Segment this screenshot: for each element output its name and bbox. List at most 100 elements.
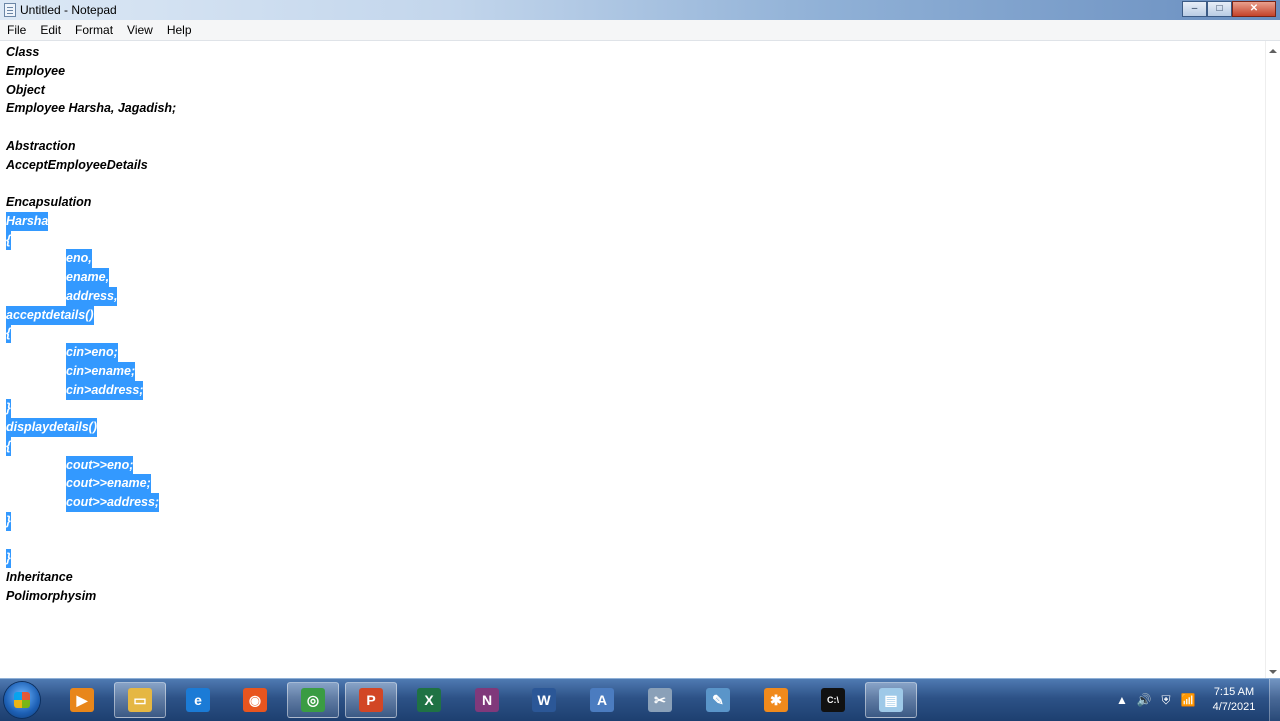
window-title: Untitled - Notepad bbox=[20, 3, 117, 17]
scroll-down-icon[interactable] bbox=[1269, 670, 1277, 674]
power-icon[interactable]: ⛨ bbox=[1157, 691, 1175, 709]
text-line: Polimorphysim bbox=[6, 587, 96, 606]
menu-help[interactable]: Help bbox=[160, 20, 199, 40]
taskbar-excel[interactable]: X bbox=[403, 682, 455, 718]
maximize-button[interactable]: □ bbox=[1207, 1, 1232, 17]
network-icon[interactable]: 📶 bbox=[1179, 691, 1197, 709]
taskbar: ▲ 🔊 ⛨ 📶 7:15 AM 4/7/2021 ▶ ▭ e ◉ ◎ P X N W A ✂ ✎ ✱ C:… bbox=[0, 678, 1280, 721]
notepad-icon: ▤ bbox=[879, 688, 903, 712]
text-line: eno, bbox=[6, 249, 92, 269]
line-text: Inheritance bbox=[6, 570, 73, 584]
text-line: { bbox=[6, 436, 11, 456]
line-text: eno, bbox=[66, 249, 92, 269]
taskbar-onenote[interactable]: N bbox=[461, 682, 513, 718]
taskbar-internet-explorer[interactable]: e bbox=[172, 682, 224, 718]
clock-date: 4/7/2021 bbox=[1212, 701, 1256, 713]
media-player-icon: ▶ bbox=[70, 688, 94, 712]
text-line: cin>address; bbox=[6, 380, 144, 400]
taskbar-command-prompt[interactable]: C:\ bbox=[807, 682, 859, 718]
taskbar-file-explorer[interactable]: ▭ bbox=[114, 682, 166, 718]
text-line: } bbox=[6, 549, 11, 569]
menu-bar: File Edit Format View Help bbox=[0, 20, 1280, 41]
text-line: Inheritance bbox=[6, 568, 73, 587]
line-text: cin>address; bbox=[66, 380, 144, 400]
line-text: { bbox=[6, 230, 11, 250]
scroll-up-icon[interactable] bbox=[1269, 49, 1277, 53]
line-text: } bbox=[6, 549, 11, 569]
menu-format[interactable]: Format bbox=[68, 20, 120, 40]
line-text: acceptdetails() bbox=[6, 305, 94, 325]
line-text: ename, bbox=[66, 268, 110, 287]
line-text: cin>eno; bbox=[66, 343, 118, 362]
line-text: cout>>eno; bbox=[66, 455, 134, 475]
clock[interactable]: 7:15 AM 4/7/2021 bbox=[1203, 685, 1265, 715]
taskbar-firefox[interactable]: ◉ bbox=[229, 682, 281, 718]
text-line: { bbox=[6, 230, 11, 250]
menu-file[interactable]: File bbox=[0, 20, 33, 40]
text-line: Class bbox=[6, 43, 39, 62]
wordpad-icon: A bbox=[590, 688, 614, 712]
text-editor[interactable]: Class Employee Object Employee Harsha, Jaga… bbox=[0, 41, 1265, 678]
taskbar-powerpoint[interactable]: P bbox=[345, 682, 397, 718]
line-text: Employee Harsha, Jagadish; bbox=[6, 101, 177, 116]
taskbar-media-player[interactable]: ▶ bbox=[56, 682, 108, 718]
onenote-icon: N bbox=[475, 688, 499, 712]
minimize-button[interactable]: – bbox=[1182, 1, 1207, 17]
start-button[interactable] bbox=[4, 682, 40, 718]
firefox-icon: ◉ bbox=[243, 688, 267, 712]
taskbar-orange-app[interactable]: ✱ bbox=[750, 682, 802, 718]
taskbar-wordpad[interactable]: A bbox=[576, 682, 628, 718]
text-line: cout>>eno; bbox=[6, 455, 134, 475]
text-line: AcceptEmployeeDetails bbox=[6, 156, 148, 175]
line-text: displaydetails() bbox=[6, 418, 97, 437]
line-text: cout>>ename; bbox=[66, 474, 151, 494]
text-line: address, bbox=[6, 286, 118, 306]
line-text: address, bbox=[66, 286, 118, 306]
vertical-scrollbar[interactable] bbox=[1265, 41, 1280, 678]
line-text: } bbox=[6, 511, 11, 531]
internet-explorer-icon: e bbox=[186, 688, 210, 712]
text-line: ename, bbox=[6, 268, 110, 287]
orange-app-icon: ✱ bbox=[764, 688, 788, 712]
volume-icon[interactable]: 🔊 bbox=[1135, 691, 1153, 709]
excel-icon: X bbox=[417, 688, 441, 712]
file-explorer-icon: ▭ bbox=[128, 688, 152, 712]
powerpoint-icon: P bbox=[359, 688, 383, 712]
show-desktop-button[interactable] bbox=[1269, 679, 1280, 721]
text-line: { bbox=[6, 324, 11, 344]
taskbar-snipping-tool[interactable]: ✂ bbox=[634, 682, 686, 718]
text-line: acceptdetails() bbox=[6, 305, 94, 325]
text-line: Abstraction bbox=[6, 137, 75, 156]
text-line: Encapsulation bbox=[6, 193, 91, 212]
text-line: displaydetails() bbox=[6, 418, 97, 437]
text-line: cout>>ename; bbox=[6, 474, 151, 494]
line-text: Abstraction bbox=[6, 138, 76, 153]
line-text: Object bbox=[6, 82, 45, 97]
line-text: } bbox=[6, 399, 11, 419]
window-controls: – □ ✕ bbox=[1182, 1, 1276, 17]
menu-view[interactable]: View bbox=[120, 20, 160, 40]
clock-time: 7:15 AM bbox=[1213, 686, 1255, 698]
text-line: Harsha bbox=[6, 211, 49, 231]
text-line: cin>ename; bbox=[6, 361, 136, 381]
taskbar-paint[interactable]: ✎ bbox=[692, 682, 744, 718]
text-line: Object bbox=[6, 81, 45, 100]
system-tray: ▲ 🔊 ⛨ 📶 7:15 AM 4/7/2021 bbox=[1109, 679, 1280, 721]
menu-edit[interactable]: Edit bbox=[33, 20, 68, 40]
line-text: { bbox=[6, 436, 11, 456]
notepad-icon bbox=[4, 3, 16, 17]
line-text: Class bbox=[6, 45, 40, 59]
line-text: { bbox=[6, 324, 11, 344]
word-icon: W bbox=[532, 688, 556, 712]
taskbar-notepad[interactable]: ▤ bbox=[865, 682, 917, 718]
taskbar-chrome[interactable]: ◎ bbox=[287, 682, 339, 718]
text-line: } bbox=[6, 511, 11, 531]
line-text: cin>ename; bbox=[66, 361, 136, 381]
show-hidden-icons-icon[interactable]: ▲ bbox=[1113, 691, 1131, 709]
close-button[interactable]: ✕ bbox=[1232, 1, 1276, 17]
taskbar-word[interactable]: W bbox=[518, 682, 570, 718]
line-text: Encapsulation bbox=[6, 195, 92, 209]
text-line: } bbox=[6, 399, 11, 419]
title-bar[interactable]: Untitled - Notepad – □ ✕ bbox=[0, 0, 1280, 20]
text-line: cout>>address; bbox=[6, 493, 160, 512]
